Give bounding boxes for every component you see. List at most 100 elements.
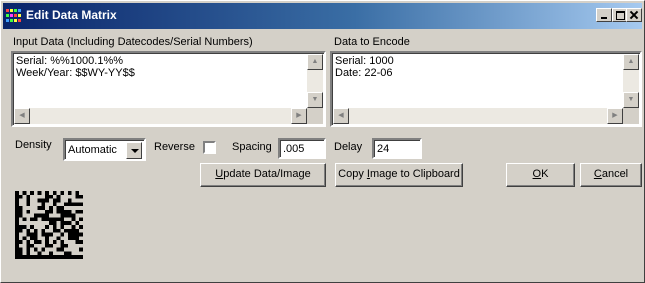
data-matrix-barcode	[15, 191, 83, 259]
barcode-module	[67, 255, 72, 259]
scroll-left-icon[interactable]: ◀	[14, 108, 30, 124]
spacing-input[interactable]: .005	[278, 138, 326, 159]
barcode-module	[33, 240, 38, 244]
scroll-down-icon[interactable]: ▼	[307, 92, 323, 108]
copy-button-label: mage to Clipboard	[369, 168, 460, 180]
barcode-module	[60, 243, 65, 248]
barcode-module	[71, 217, 76, 222]
barcode-module	[56, 236, 61, 241]
barcode-module	[30, 217, 34, 222]
copy-image-to-clipboard-button[interactable]: Copy Image to Clipboard	[335, 163, 463, 187]
barcode-module	[52, 228, 57, 233]
barcode-module	[15, 225, 19, 229]
input-data-memo[interactable]: Serial: %%1000.1%% Week/Year: $$WY-YY$$ …	[11, 51, 326, 127]
barcode-module	[67, 209, 72, 214]
barcode-module	[71, 255, 76, 259]
barcode-module	[30, 236, 34, 241]
barcode-module	[15, 240, 19, 244]
barcode-module	[45, 232, 49, 237]
scroll-right-icon[interactable]: ▶	[291, 108, 307, 124]
barcode-module	[79, 255, 83, 259]
barcode-module	[49, 232, 53, 237]
barcode-module	[15, 206, 19, 210]
ok-button[interactable]: OK	[506, 163, 575, 187]
barcode-module	[33, 247, 38, 252]
barcode-module	[60, 247, 65, 252]
barcode-module	[56, 247, 61, 252]
barcode-module	[64, 221, 68, 225]
spacing-value: .005	[283, 143, 305, 155]
delay-input[interactable]: 24	[372, 138, 422, 159]
data-to-encode-text[interactable]: Serial: 1000 Date: 22-06	[335, 55, 394, 79]
scroll-up-icon[interactable]: ▲	[623, 54, 639, 70]
copy-button-label-prefix: Copy	[338, 168, 367, 180]
title-bar[interactable]: Edit Data Matrix	[3, 3, 642, 29]
barcode-module	[56, 228, 61, 233]
barcode-module	[26, 251, 31, 256]
scroll-up-icon[interactable]: ▲	[307, 54, 323, 70]
barcode-module	[15, 247, 19, 252]
minimize-icon[interactable]	[596, 8, 612, 22]
barcode-module	[26, 228, 31, 233]
vertical-scrollbar[interactable]: ▲ ▼	[623, 54, 639, 108]
barcode-module	[18, 251, 23, 256]
barcode-module	[52, 191, 57, 195]
barcode-module	[26, 202, 31, 207]
barcode-module	[60, 217, 65, 222]
barcode-module	[37, 251, 42, 256]
barcode-module	[37, 213, 42, 218]
reverse-checkbox[interactable]	[203, 141, 216, 154]
barcode-module	[45, 236, 49, 241]
barcode-module	[15, 198, 19, 203]
chevron-down-icon[interactable]	[126, 142, 142, 159]
cancel-button[interactable]: Cancel	[580, 163, 642, 187]
horizontal-scrollbar[interactable]: ◀ ▶	[333, 108, 623, 124]
scroll-down-icon[interactable]: ▼	[623, 92, 639, 108]
barcode-module	[64, 202, 68, 207]
grid-icon	[6, 9, 22, 23]
barcode-module	[22, 225, 27, 229]
barcode-module	[67, 191, 72, 195]
barcode-module	[52, 225, 57, 229]
close-icon[interactable]	[626, 8, 642, 22]
barcode-module	[37, 206, 42, 210]
barcode-module	[52, 255, 57, 259]
barcode-module	[45, 240, 49, 244]
barcode-module	[15, 243, 19, 248]
barcode-module	[15, 255, 19, 259]
scroll-left-icon[interactable]: ◀	[333, 108, 349, 124]
barcode-module	[26, 255, 31, 259]
barcode-module	[41, 202, 46, 207]
cancel-button-label: ancel	[601, 168, 629, 180]
barcode-module	[67, 198, 72, 203]
update-data-image-button[interactable]: Update Data/Image	[200, 163, 326, 187]
density-select[interactable]: Automatic	[63, 138, 146, 161]
barcode-module	[60, 213, 65, 218]
barcode-module	[26, 194, 31, 199]
reverse-label: Reverse	[154, 141, 195, 153]
barcode-module	[18, 209, 23, 214]
barcode-module	[26, 247, 31, 252]
horizontal-scrollbar[interactable]: ◀ ▶	[14, 108, 307, 124]
barcode-module	[71, 225, 76, 229]
barcode-module	[30, 191, 34, 195]
barcode-module	[67, 232, 72, 237]
barcode-module	[71, 232, 76, 237]
barcode-module	[41, 247, 46, 252]
barcode-module	[64, 228, 68, 233]
encode-line: Date: 22-06	[335, 67, 393, 79]
data-to-encode-memo[interactable]: Serial: 1000 Date: 22-06 ▲ ▼ ◀ ▶	[330, 51, 642, 127]
barcode-module	[75, 191, 80, 195]
scroll-right-icon[interactable]: ▶	[607, 108, 623, 124]
barcode-module	[26, 232, 31, 237]
barcode-module	[79, 240, 83, 244]
input-data-text[interactable]: Serial: %%1000.1%% Week/Year: $$WY-YY$$	[16, 55, 135, 79]
barcode-module	[15, 221, 19, 225]
barcode-module	[49, 243, 53, 248]
vertical-scrollbar[interactable]: ▲ ▼	[307, 54, 323, 108]
barcode-module	[60, 255, 65, 259]
barcode-module	[79, 202, 83, 207]
barcode-module	[15, 217, 19, 222]
barcode-module	[18, 225, 23, 229]
barcode-module	[60, 209, 65, 214]
